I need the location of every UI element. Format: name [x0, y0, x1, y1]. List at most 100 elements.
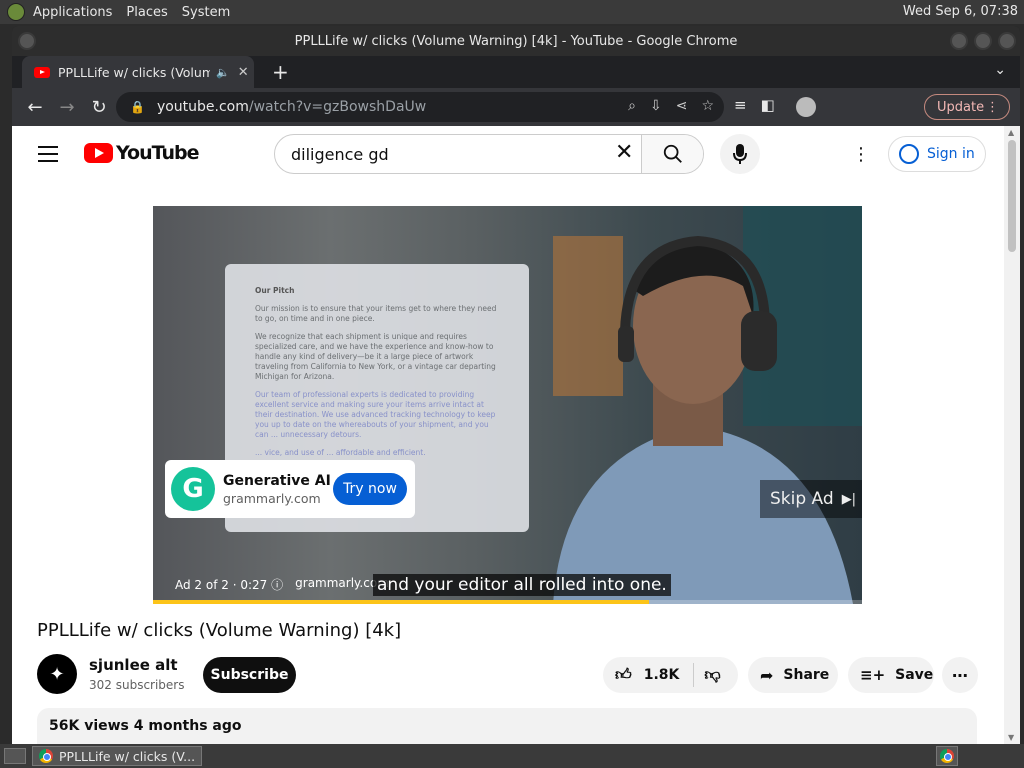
ad-progress-bar[interactable] [153, 600, 862, 604]
new-tab-icon[interactable]: + [272, 60, 289, 84]
chrome-menu-icon[interactable]: ⋮ [986, 100, 999, 115]
settings-kebab-icon[interactable]: ⋮ [852, 144, 870, 165]
page-scrollbar[interactable]: ▲ ▼ [1004, 126, 1020, 744]
channel-avatar[interactable]: ✦ [37, 654, 77, 694]
share-icon[interactable]: ⋖ [676, 98, 688, 114]
search-box: diligence gd ✕ [274, 134, 704, 174]
lock-icon[interactable]: 🔒 [130, 100, 145, 114]
like-dislike-group: 👍︎ 1.8K 👎︎ [603, 657, 738, 693]
search-input[interactable]: diligence gd [291, 145, 611, 164]
clock[interactable]: Wed Sep 6, 07:38 [903, 4, 1018, 19]
hamburger-menu-icon[interactable] [38, 146, 58, 167]
window-title: PPLLLife w/ clicks (Volume Warning) [4k]… [294, 33, 738, 49]
bottom-taskbar: PPLLLife w/ clicks (V... [0, 744, 1024, 768]
like-divider [693, 663, 695, 687]
show-desktop-icon[interactable] [4, 748, 26, 764]
doc-paragraph: ... vice, and use of ... affordable and … [255, 448, 426, 457]
scrollbar-thumb[interactable] [1008, 140, 1016, 252]
workspace-switcher[interactable] [936, 746, 958, 766]
more-actions-icon[interactable]: ⋯ [942, 657, 978, 693]
subscriber-count: 302 subscribers [89, 678, 185, 692]
tab-title: PPLLLife w/ clicks (Volume Warning) [4k]… [58, 64, 210, 80]
chrome-icon [39, 749, 53, 763]
skip-next-icon: ▶| [841, 491, 857, 507]
save-button[interactable]: ≡+ Save [848, 657, 934, 693]
url-text[interactable]: youtube.com/watch?v=gzBowshDaUw [157, 99, 426, 115]
reload-icon[interactable]: ↻ [90, 97, 108, 118]
video-title: PPLLLife w/ clicks (Volume Warning) [4k] [37, 620, 402, 641]
web-page: YouTube diligence gd ✕ ⋮ Sign in Our Pit… [12, 126, 1004, 744]
channel-name[interactable]: sjunlee alt [89, 656, 178, 674]
scroll-up-icon[interactable]: ▲ [1008, 128, 1014, 137]
maximize-button[interactable] [974, 32, 992, 50]
top-panel: Applications Places System Wed Sep 6, 07… [0, 0, 1024, 24]
places-menu[interactable]: Places [126, 5, 167, 20]
grammarly-logo-icon: G [171, 467, 215, 511]
skip-ad-button[interactable]: Skip Ad ▶| [760, 480, 862, 518]
ad-progress-fill [153, 600, 650, 604]
try-now-button[interactable]: Try now [333, 473, 407, 505]
window-titlebar[interactable]: PPLLLife w/ clicks (Volume Warning) [4k]… [12, 26, 1020, 56]
install-app-icon[interactable]: ⇩ [650, 98, 662, 114]
ad-info-bar: Ad 2 of 2 · 0:27 ⓘ grammarly.com [175, 576, 389, 593]
update-label: Update [937, 99, 985, 115]
save-label: Save [895, 667, 934, 683]
share-arrow-icon: ➦ [760, 665, 774, 685]
thumbs-down-icon[interactable]: 👎︎ [704, 665, 720, 685]
system-menu[interactable]: System [182, 5, 230, 20]
tab-strip: PPLLLife w/ clicks (Volume Warning) [4k]… [12, 56, 1020, 88]
profile-avatar-icon[interactable] [796, 97, 816, 117]
ad-card-domain: grammarly.com [223, 490, 321, 506]
update-button[interactable]: Update ⋮ [924, 94, 1010, 120]
subscribe-button[interactable]: Subscribe [203, 657, 296, 693]
doc-paragraph: Our mission is to ensure that your items… [255, 304, 497, 323]
tab-search-chevron-icon[interactable]: ⌄ [994, 62, 1006, 78]
description-box[interactable]: 56K views 4 months ago [37, 708, 977, 744]
tray-chrome-icon [940, 749, 954, 763]
sign-in-button[interactable]: Sign in [888, 136, 986, 172]
like-count[interactable]: 1.8K [644, 667, 680, 683]
youtube-logo[interactable]: YouTube [84, 142, 199, 164]
search-icon [663, 144, 682, 163]
views-and-date: 56K views 4 months ago [49, 718, 242, 734]
applications-menu[interactable]: Applications [33, 5, 112, 20]
ad-card[interactable]: G Generative AI grammarly.com Try now [165, 460, 415, 518]
playlist-add-icon: ≡+ [860, 666, 886, 684]
forward-icon[interactable]: → [58, 97, 76, 118]
zoom-search-icon[interactable]: ⌕ [628, 98, 636, 114]
search-button[interactable] [641, 135, 703, 173]
video-player[interactable]: Our Pitch Our mission is to ensure that … [153, 206, 862, 604]
bookmark-star-icon[interactable]: ☆ [701, 98, 714, 114]
scroll-down-icon[interactable]: ▼ [1008, 733, 1014, 742]
minimize-button[interactable] [950, 32, 968, 50]
address-bar[interactable]: 🔒 youtube.com/watch?v=gzBowshDaUw ⌕ ⇩ ⋖ … [116, 92, 724, 122]
media-queue-icon[interactable]: ≡ [734, 96, 747, 114]
youtube-favicon-icon [34, 66, 50, 78]
tab-close-icon[interactable]: ✕ [238, 65, 249, 80]
url-domain: youtube.com [156, 99, 249, 115]
taskbar-window-title: PPLLLife w/ clicks (V... [59, 748, 196, 764]
account-circle-icon [899, 144, 919, 164]
side-panel-icon[interactable]: ◧ [761, 96, 775, 114]
speaker-icon[interactable]: 🔈 [216, 66, 230, 79]
thumbs-up-icon[interactable]: 👍︎ [615, 665, 632, 685]
distro-logo-icon[interactable] [7, 3, 25, 21]
close-window-button[interactable] [998, 32, 1016, 50]
doc-paragraph: Our team of professional experts is dedi… [255, 390, 496, 439]
tab-youtube[interactable]: PPLLLife w/ clicks (Volume Warning) [4k]… [22, 56, 254, 88]
ad-counter-text: Ad 2 of 2 · 0:27 [175, 578, 268, 592]
sign-in-label: Sign in [927, 146, 975, 162]
back-icon[interactable]: ← [26, 97, 44, 118]
url-path: /watch?v=gzBowshDaUw [248, 99, 427, 115]
taskbar-chrome-window[interactable]: PPLLLife w/ clicks (V... [32, 746, 202, 766]
window-menu-button[interactable] [18, 32, 36, 50]
youtube-wordmark: YouTube [116, 142, 199, 164]
voice-search-button[interactable] [720, 134, 760, 174]
channel-logo-icon: ✦ [49, 663, 65, 685]
share-label: Share [783, 667, 830, 683]
youtube-play-icon [84, 143, 113, 163]
info-icon[interactable]: ⓘ [271, 578, 283, 592]
share-button[interactable]: ➦ Share [748, 657, 838, 693]
microphone-icon [733, 144, 747, 164]
clear-search-icon[interactable]: ✕ [615, 140, 633, 165]
